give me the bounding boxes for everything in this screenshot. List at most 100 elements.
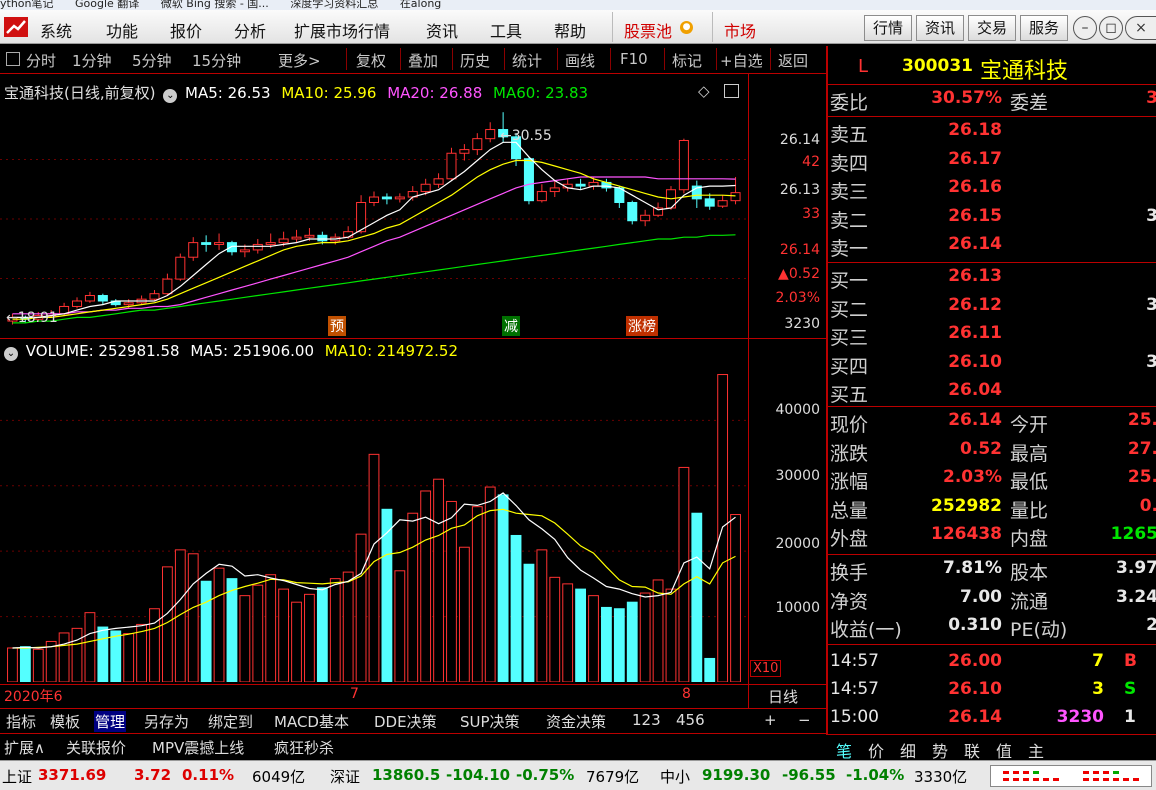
news-button[interactable]: 资讯 (916, 15, 964, 41)
period-label[interactable]: 日线 (768, 686, 798, 707)
event-marker[interactable]: 减 (502, 316, 520, 336)
tab-manage[interactable]: 管理 (94, 711, 127, 732)
tab-save-as[interactable]: 另存为 (144, 711, 189, 732)
order-book-row[interactable]: 买四 26.10 3 (828, 352, 1156, 380)
btn-mark[interactable]: 标记 (672, 50, 702, 71)
btn-adjust[interactable]: 复权 (356, 50, 386, 71)
btn-overlay[interactable]: 叠加 (408, 50, 438, 71)
btn-f10[interactable]: F10 (620, 50, 648, 68)
zoom-in-button[interactable]: + (764, 711, 777, 729)
quote-tab[interactable]: 细 (900, 738, 916, 762)
order-book-row[interactable]: 买三 26.11 (828, 323, 1156, 351)
minimize-icon[interactable]: – (1073, 16, 1097, 40)
tick-row: 14:57 26.00 7 B (828, 649, 1156, 677)
tab-more[interactable]: 更多> (278, 50, 321, 71)
market-breadth-icon[interactable] (990, 765, 1152, 787)
tab-related-quote[interactable]: 关联报价 (66, 737, 126, 758)
quote-tab[interactable]: 值 (996, 738, 1012, 762)
btn-add-watchlist[interactable]: +自选 (720, 50, 763, 71)
btn-statistics[interactable]: 统计 (512, 50, 542, 71)
stat-value: 0.310 (948, 615, 1002, 635)
panel-icon[interactable] (724, 84, 739, 98)
candle-body (394, 196, 405, 200)
menu-stock-pool[interactable]: 股票池 (624, 18, 672, 42)
quote-tab[interactable]: 笔 (836, 738, 852, 762)
order-book-row[interactable]: 卖三 26.16 (828, 177, 1156, 205)
chevron-down-icon[interactable]: ⌄ (4, 347, 18, 361)
tab-5min[interactable]: 5分钟 (132, 50, 172, 71)
btn-history[interactable]: 历史 (460, 50, 490, 71)
volume-bar (691, 512, 703, 682)
menu-tools[interactable]: 工具 (490, 18, 522, 42)
order-book-row[interactable]: 买五 26.04 (828, 380, 1156, 408)
menu-function[interactable]: 功能 (106, 18, 138, 42)
volume-bar (497, 494, 509, 682)
order-book-row[interactable]: 卖四 26.17 (828, 149, 1156, 177)
weibi-value: 30.57% (931, 88, 1002, 108)
menu-market[interactable]: 市场 (724, 18, 756, 42)
index-sh-label[interactable]: 上证 (2, 766, 32, 787)
service-button[interactable]: 服务 (1020, 15, 1068, 41)
tab-extend[interactable]: 扩展∧ (4, 737, 45, 758)
event-marker[interactable]: 涨榜 (626, 316, 658, 336)
menu-quote[interactable]: 报价 (170, 18, 202, 42)
tab-intraday[interactable]: 分时 (26, 50, 56, 71)
index-sz-label[interactable]: 深证 (330, 766, 360, 787)
bookmark[interactable]: 微软 Bing 搜索 - 国... (161, 0, 269, 10)
quote-panel: L 300031 宝通科技 委比 30.57% 委差 3 卖五 26.18 卖四 26… (826, 46, 1156, 734)
menu-analysis[interactable]: 分析 (234, 18, 266, 42)
tab-1min[interactable]: 1分钟 (72, 50, 112, 71)
tab-flash-sale[interactable]: 疯狂秒杀 (274, 737, 334, 758)
quote-tab[interactable]: 主 (1028, 738, 1044, 762)
index-zx-label[interactable]: 中小 (660, 766, 690, 787)
restore-icon[interactable]: ◻ (1099, 16, 1123, 40)
menu-system[interactable]: 系统 (40, 18, 72, 42)
tick-time: 14:57 (830, 679, 879, 699)
order-book-row[interactable]: 卖五 26.18 (828, 120, 1156, 148)
bookmark[interactable]: ython笔记 (0, 0, 54, 10)
event-marker[interactable]: 预 (328, 316, 346, 336)
menu-help[interactable]: 帮助 (554, 18, 586, 42)
candle-body (549, 187, 560, 193)
btn-back[interactable]: 返回 (778, 50, 808, 71)
weibi-row: 委比 30.57% 委差 3 (828, 88, 1156, 116)
menu-bar: 系统 功能 报价 分析 扩展市场行情 资讯 工具 帮助 股票池 ● 市场 行情 … (0, 10, 1156, 44)
order-book-row[interactable]: 卖一 26.14 (828, 234, 1156, 262)
tab-fund[interactable]: 资金决策 (546, 711, 606, 732)
tab-mpv[interactable]: MPV震撼上线 (152, 737, 244, 758)
panel-toggle-icon[interactable] (6, 52, 20, 66)
quote-button[interactable]: 行情 (864, 15, 912, 41)
tab-template[interactable]: 模板 (50, 711, 80, 732)
order-book-row[interactable]: 买一 26.13 (828, 266, 1156, 294)
quote-tab[interactable]: 联 (964, 738, 980, 762)
volume-bar (420, 490, 432, 682)
bookmark[interactable]: 在along (400, 0, 441, 10)
diamond-icon[interactable]: ◇ (698, 82, 710, 100)
bookmark[interactable]: Google 翻译 (75, 0, 139, 10)
high-price-label: ←30.55 (500, 128, 552, 144)
tab-macd[interactable]: MACD基本 (274, 711, 349, 732)
menu-news[interactable]: 资讯 (426, 18, 458, 42)
close-icon[interactable]: × (1125, 16, 1156, 40)
quote-tab[interactable]: 价 (868, 738, 884, 762)
btn-draw[interactable]: 画线 (565, 50, 595, 71)
trade-button[interactable]: 交易 (968, 15, 1016, 41)
bookmark[interactable]: 深度学习资料汇总 (290, 0, 378, 10)
tab-456[interactable]: 456 (676, 711, 705, 729)
tab-15min[interactable]: 15分钟 (192, 50, 241, 71)
stat-label: 涨跌 (830, 442, 869, 465)
menu-extended-market[interactable]: 扩展市场行情 (294, 18, 390, 42)
tab-dde[interactable]: DDE决策 (374, 711, 437, 732)
tab-sup[interactable]: SUP决策 (460, 711, 520, 732)
order-level-label: 卖四 (830, 152, 869, 175)
tab-bind-to[interactable]: 绑定到 (208, 711, 253, 732)
stat-row: 现价 26.14 今开 25. (828, 410, 1156, 438)
order-book-row[interactable]: 买二 26.12 3 (828, 295, 1156, 323)
tab-indicator[interactable]: 指标 (6, 711, 36, 732)
ma5-line (12, 141, 736, 318)
candle-body (717, 200, 728, 207)
zoom-out-button[interactable]: − (798, 711, 811, 729)
quote-tab[interactable]: 势 (932, 738, 948, 762)
order-book-row[interactable]: 卖二 26.15 3 (828, 206, 1156, 234)
tab-123[interactable]: 123 (632, 711, 661, 729)
